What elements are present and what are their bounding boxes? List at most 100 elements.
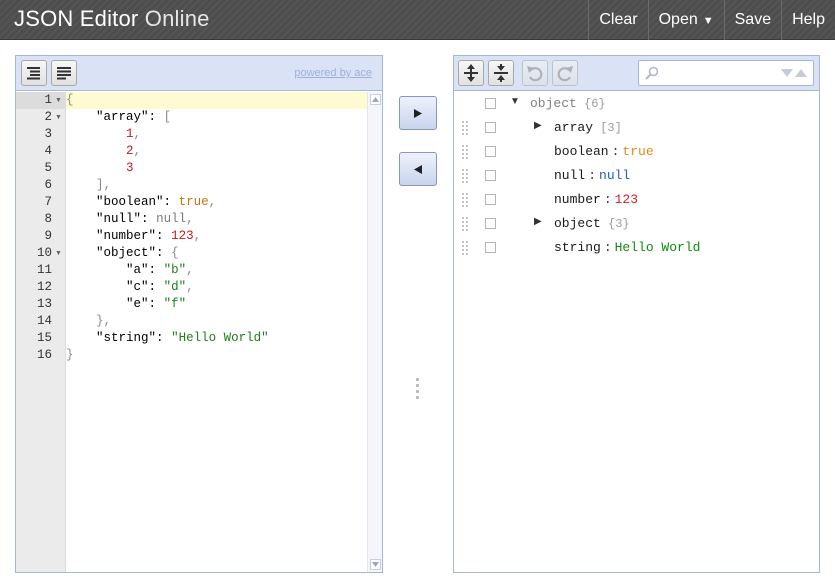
undo-button[interactable] xyxy=(522,60,548,86)
tree-root-name: object xyxy=(530,96,577,111)
redo-button[interactable] xyxy=(552,60,578,86)
tree-field-count: {3} xyxy=(600,217,630,231)
context-menu-button[interactable] xyxy=(485,122,496,133)
search-next-icon[interactable] xyxy=(781,69,793,77)
compact-button[interactable] xyxy=(51,60,77,86)
tree-field-value[interactable]: null xyxy=(599,168,630,183)
collapsed-triangle-icon[interactable]: ▶ xyxy=(534,216,542,227)
context-menu-button[interactable] xyxy=(485,170,496,181)
tree-field-name[interactable]: number xyxy=(554,192,601,207)
code-line[interactable]: 1, xyxy=(66,126,367,143)
search-previous-icon[interactable] xyxy=(795,69,807,77)
code-line[interactable]: 2, xyxy=(66,143,367,160)
drag-handle-icon[interactable] xyxy=(462,241,470,255)
tree-field-name[interactable]: string xyxy=(554,240,601,255)
panel-splitter[interactable] xyxy=(416,378,420,402)
arrow-left-icon xyxy=(414,164,422,174)
drag-handle-icon[interactable] xyxy=(462,217,470,231)
tree-row[interactable]: ▶ object {3} xyxy=(454,212,819,236)
line-number-text: 11 xyxy=(36,263,52,277)
code-line[interactable]: } xyxy=(66,347,367,364)
drag-handle-icon[interactable] xyxy=(462,145,470,159)
code-line[interactable]: "e": "f" xyxy=(66,296,367,313)
line-number-text: 4 xyxy=(44,144,52,158)
scroll-down-icon[interactable] xyxy=(370,559,381,570)
drag-handle-icon[interactable] xyxy=(462,193,470,207)
line-number-text: 15 xyxy=(36,331,52,345)
tree-field-name[interactable]: object xyxy=(554,216,601,231)
context-menu-button[interactable] xyxy=(485,218,496,229)
line-number-text: 9 xyxy=(44,229,52,243)
tree-separator: : xyxy=(603,240,612,255)
tree-field-value[interactable]: 123 xyxy=(615,192,638,207)
tree-row[interactable]: ▶ array [3] xyxy=(454,116,819,140)
tree-field[interactable]: array [3] xyxy=(554,120,622,135)
line-number: 14 xyxy=(16,313,65,330)
collapsed-triangle-icon[interactable]: ▶ xyxy=(534,120,542,131)
code-text-area[interactable]: { "array": [ 1, 2, 3 ], "boolean": true,… xyxy=(66,92,367,572)
help-button[interactable]: Help xyxy=(781,0,835,40)
code-line[interactable]: "null": null, xyxy=(66,211,367,228)
tree-field[interactable]: string: Hello World xyxy=(554,240,700,255)
clear-button[interactable]: Clear xyxy=(588,0,647,40)
code-line[interactable]: }, xyxy=(66,313,367,330)
tree-row[interactable]: boolean: true xyxy=(454,140,819,164)
expand-all-icon xyxy=(464,64,478,82)
tree-field-count: [3] xyxy=(593,121,622,135)
drag-handle-icon[interactable] xyxy=(462,169,470,183)
code-line[interactable]: "number": 123, xyxy=(66,228,367,245)
tree-field-value[interactable]: true xyxy=(622,144,653,159)
code-line[interactable]: "string": "Hello World" xyxy=(66,330,367,347)
logo-main: JSON Editor xyxy=(14,6,139,31)
context-menu-button[interactable] xyxy=(485,146,496,157)
clear-label: Clear xyxy=(599,11,638,28)
line-number-text: 10 xyxy=(36,246,52,260)
collapse-all-button[interactable] xyxy=(488,60,514,86)
format-icon xyxy=(27,67,40,80)
code-line[interactable]: "c": "d", xyxy=(66,279,367,296)
fold-toggle-icon[interactable]: ▼ xyxy=(55,245,62,262)
copy-to-code-button[interactable] xyxy=(399,152,437,186)
line-number: 4 xyxy=(16,143,65,160)
tree-field[interactable]: boolean: true xyxy=(554,144,654,159)
format-button[interactable] xyxy=(21,60,47,86)
open-button[interactable]: Open ▼ xyxy=(647,0,724,40)
expanded-triangle-icon[interactable]: ▼ xyxy=(510,96,520,107)
arrow-right-icon xyxy=(414,108,422,118)
context-menu-button[interactable] xyxy=(485,242,496,253)
tree-field-name[interactable]: null xyxy=(554,168,585,183)
code-line[interactable]: "a": "b", xyxy=(66,262,367,279)
scroll-up-icon[interactable] xyxy=(370,94,381,105)
code-editor-panel: powered by ace 1 ▼ 2 ▼ 3 4 5 6 7 8 9 10 ▼ 11 12 13 14 15 1… xyxy=(15,55,383,573)
line-number: 13 xyxy=(16,296,65,313)
code-line[interactable]: 3 xyxy=(66,160,367,177)
tree-field[interactable]: object {3} xyxy=(554,216,630,231)
tree-field[interactable]: number:123 xyxy=(554,192,638,207)
tree-row[interactable]: number:123 xyxy=(454,188,819,212)
tree-field[interactable]: null: null xyxy=(554,168,630,183)
line-number: 5 xyxy=(16,160,65,177)
powered-by-ace-link[interactable]: powered by ace xyxy=(294,67,372,79)
line-number-text: 14 xyxy=(36,314,52,328)
context-menu-button[interactable] xyxy=(485,194,496,205)
code-scrollbar[interactable] xyxy=(367,92,382,572)
code-line[interactable]: "object": { xyxy=(66,245,367,262)
tree-field-name[interactable]: array xyxy=(554,120,593,135)
tree-row[interactable]: null: null xyxy=(454,164,819,188)
tree-row[interactable]: string: Hello World xyxy=(454,236,819,260)
code-line[interactable]: "boolean": true, xyxy=(66,194,367,211)
copy-to-tree-button[interactable] xyxy=(399,96,437,130)
tree-field-name[interactable]: boolean xyxy=(554,144,609,159)
save-button[interactable]: Save xyxy=(723,0,781,40)
context-menu-button[interactable] xyxy=(485,98,496,109)
code-line[interactable]: "array": [ xyxy=(66,109,367,126)
code-line[interactable]: { xyxy=(66,92,367,109)
tree-field-value[interactable]: Hello World xyxy=(615,240,701,255)
drag-handle-icon[interactable] xyxy=(462,121,470,135)
search-box[interactable] xyxy=(638,60,814,86)
expand-all-button[interactable] xyxy=(458,60,484,86)
fold-toggle-icon[interactable]: ▼ xyxy=(55,109,62,126)
fold-toggle-icon[interactable]: ▼ xyxy=(55,92,62,109)
code-line[interactable]: ], xyxy=(66,177,367,194)
tree-row-root: ▼ object {6} xyxy=(454,92,819,116)
